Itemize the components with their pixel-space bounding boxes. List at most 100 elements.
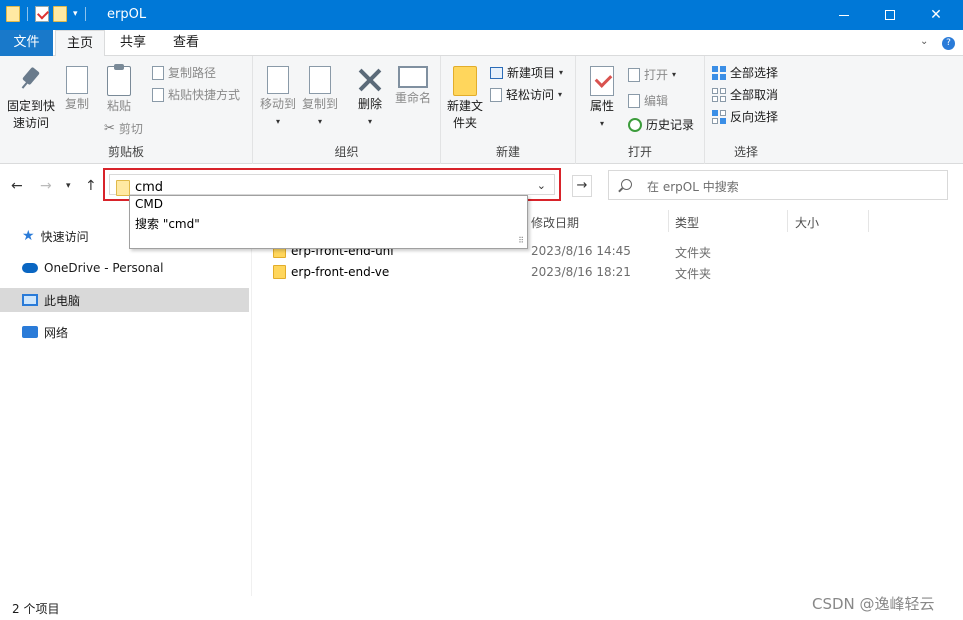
paste-icon <box>107 64 131 96</box>
select-none-button[interactable]: 全部取消 <box>712 86 778 103</box>
select-all-label: 全部选择 <box>730 66 779 80</box>
customize-qat-icon[interactable]: ▾ <box>73 9 78 19</box>
quick-access-toolbar: ▾ <box>6 6 89 22</box>
tab-file[interactable]: 文件 <box>0 30 53 56</box>
new-folder-icon[interactable] <box>53 6 67 22</box>
search-icon <box>621 179 632 190</box>
column-divider[interactable] <box>868 210 869 232</box>
open-group: 属性 ▾ 打开 ▾ 编辑 历史记录 打开 <box>576 56 705 164</box>
new-group-label: 新建 <box>495 145 520 159</box>
chevron-down-icon: ▾ <box>317 117 322 126</box>
select-group: 全部选择 全部取消 反向选择 选择 <box>705 56 787 164</box>
search-box[interactable]: 在 erpOL 中搜索 <box>608 170 948 200</box>
history-button[interactable]: 历史记录 <box>628 116 694 133</box>
open-group-label: 打开 <box>627 145 652 159</box>
new-group: 新建文件夹 新建项目 ▾ 轻松访问 ▾ 新建 <box>441 56 576 164</box>
folder-icon <box>273 265 286 279</box>
column-divider[interactable] <box>787 210 788 232</box>
qat-separator <box>27 7 28 21</box>
properties-button[interactable]: 属性 ▾ <box>586 66 618 132</box>
forward-button[interactable]: → <box>40 178 52 194</box>
recent-locations-button[interactable]: ▾ <box>66 181 71 191</box>
paste-button[interactable]: 粘贴 <box>104 64 134 115</box>
chevron-down-icon: ▾ <box>559 68 564 77</box>
copy-path-button[interactable]: 复制路径 <box>152 64 216 81</box>
delete-label: 删除 <box>357 97 382 111</box>
suggestion-item[interactable]: 搜索 "cmd" <box>135 215 200 232</box>
copy-to-button[interactable]: 复制到 ▾ <box>301 66 339 130</box>
copy-label: 复制 <box>64 97 89 111</box>
address-bar[interactable]: cmd ⌄ <box>109 174 555 196</box>
help-icon[interactable]: ? <box>942 37 955 50</box>
navigation-pane: ★ 快速访问 OneDrive - Personal 此电脑 网络 <box>0 208 252 596</box>
ribbon-expand-icon[interactable]: ⌄ <box>920 36 928 47</box>
cut-button[interactable]: ✂ 剪切 <box>104 120 143 137</box>
minimize-icon <box>839 14 849 16</box>
search-input[interactable]: 在 erpOL 中搜索 <box>647 178 739 195</box>
select-none-icon <box>712 87 726 102</box>
close-icon: ✕ <box>930 7 942 23</box>
paste-shortcut-button[interactable]: 粘贴快捷方式 <box>152 86 240 103</box>
properties-icon <box>590 66 614 96</box>
file-name: erp-front-end-ve <box>291 265 390 279</box>
ribbon: 固定到快速访问 复制 粘贴 复制路径 粘贴快捷方式 ✂ 剪切 剪贴板 移动到 ▾ <box>0 56 963 164</box>
address-input[interactable]: cmd <box>135 180 163 195</box>
column-divider[interactable] <box>668 210 669 232</box>
sidebar-item-network[interactable]: 网络 <box>0 320 249 344</box>
close-button[interactable]: ✕ <box>913 0 959 30</box>
invert-selection-button[interactable]: 反向选择 <box>712 108 778 125</box>
ribbon-tabs: 文件 主页 共享 查看 ⌄ ? <box>0 30 963 57</box>
invert-selection-icon <box>712 109 726 124</box>
history-label: 历史记录 <box>646 118 695 132</box>
go-button[interactable]: → <box>572 175 592 197</box>
delete-button[interactable]: 删除 ▾ <box>355 66 385 130</box>
properties-icon[interactable] <box>35 6 49 22</box>
select-none-label: 全部取消 <box>730 88 779 102</box>
select-group-label: 选择 <box>733 145 758 159</box>
pin-icon <box>18 66 44 96</box>
open-icon <box>628 67 640 82</box>
paste-label: 粘贴 <box>106 99 131 113</box>
folder-icon <box>116 180 130 196</box>
minimize-button[interactable] <box>821 0 867 30</box>
open-button[interactable]: 打开 ▾ <box>628 66 676 83</box>
suggestion-item[interactable]: CMD <box>135 197 163 211</box>
sidebar-item-this-pc[interactable]: 此电脑 <box>0 288 249 312</box>
edit-button[interactable]: 编辑 <box>628 92 668 109</box>
back-button[interactable]: ← <box>11 178 23 194</box>
move-to-button[interactable]: 移动到 ▾ <box>259 66 297 130</box>
cloud-icon <box>22 263 38 273</box>
easy-access-button[interactable]: 轻松访问 ▾ <box>490 86 562 103</box>
copy-icon <box>60 66 88 99</box>
chevron-down-icon: ▾ <box>367 117 372 126</box>
network-icon <box>22 326 38 338</box>
tab-home[interactable]: 主页 <box>55 30 105 57</box>
up-button[interactable]: ↑ <box>85 178 97 194</box>
column-header-size[interactable]: 大小 <box>795 214 819 231</box>
sidebar-item-label: OneDrive - Personal <box>44 261 164 275</box>
new-item-label: 新建项目 <box>507 66 556 80</box>
copy-button[interactable]: 复制 <box>60 66 92 113</box>
maximize-icon <box>885 10 895 20</box>
file-date: 2023/8/16 18:21 <box>531 265 631 279</box>
chevron-down-icon: ▾ <box>672 70 677 79</box>
star-icon: ★ <box>22 228 35 244</box>
column-header-date[interactable]: 修改日期 <box>531 214 579 231</box>
chevron-down-icon[interactable]: ⌄ <box>537 179 546 192</box>
sidebar-item-onedrive[interactable]: OneDrive - Personal <box>0 256 249 280</box>
open-label: 打开 <box>644 68 669 82</box>
new-folder-button[interactable]: 新建文件夹 <box>445 66 485 132</box>
tab-view[interactable]: 查看 <box>160 30 212 56</box>
table-row[interactable]: erp-front-end-ve 2023/8/16 18:21 文件夹 <box>252 262 963 283</box>
move-to-label: 移动到 <box>259 97 296 111</box>
maximize-button[interactable] <box>867 0 913 30</box>
resize-grip-icon[interactable]: ⠿ <box>518 236 524 245</box>
tab-share[interactable]: 共享 <box>108 30 158 56</box>
select-all-button[interactable]: 全部选择 <box>712 64 778 81</box>
pin-quick-access-button[interactable]: 固定到快速访问 <box>4 66 58 132</box>
select-all-icon <box>712 65 726 80</box>
new-item-button[interactable]: 新建项目 ▾ <box>490 64 563 81</box>
easy-access-icon <box>490 87 502 102</box>
column-header-type[interactable]: 类型 <box>675 214 699 231</box>
rename-button[interactable]: 重命名 <box>391 66 435 107</box>
